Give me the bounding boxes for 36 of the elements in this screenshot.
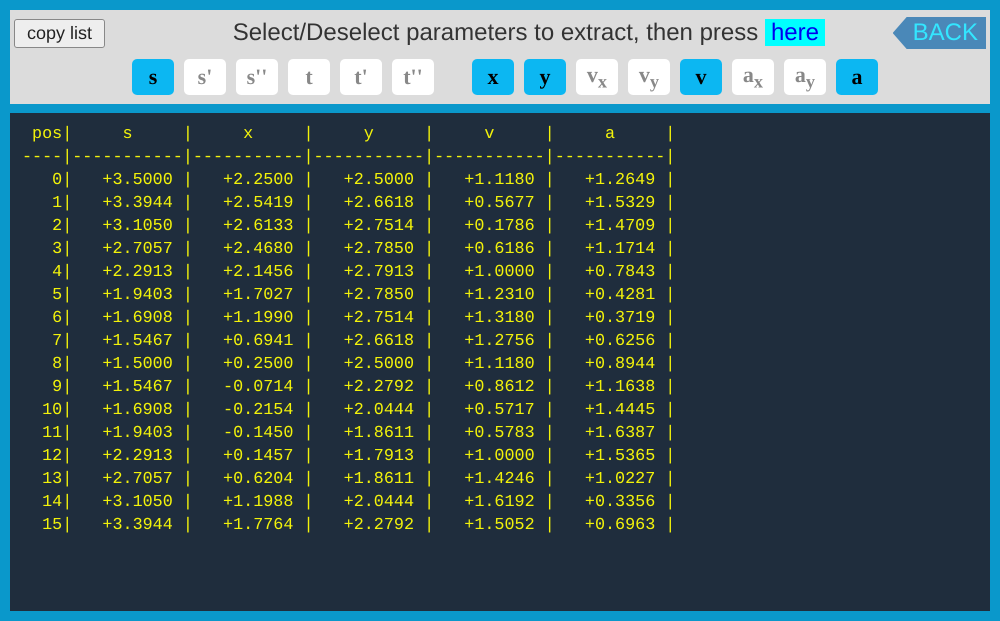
output-line: 12| +2.2913 | +0.1457 | +1.7913 | +1.0000 | +1.5365 | [41,446,676,468]
output-line: 1| +3.3944 | +2.5419 | +2.6618 | +0.5677 | +1.5329 | [51,193,676,215]
parameter-toggle[interactable]: a$_{y}$ [784,59,826,95]
output-line: 5| +1.9403 | +1.7027 | +2.7850 | +1.2310 | +0.4281 | [51,285,676,307]
instruction-text: Select/Deselect parameters to extract, then press here [232,19,825,47]
output-line: 0| +3.5000 | +2.2500 | +2.5000 | +1.1180 | +1.2649 | [51,170,676,192]
output-line: 11| +1.9403 | -0.1450 | +1.8611 | +0.5783 | +1.6387 | [41,423,676,445]
output-line: 15| +3.3944 | +1.7764 | +2.2792 | +1.5052 | +0.6963 | [41,515,676,537]
parameter-toggle[interactable]: s'' [236,59,278,95]
parameter-toggle[interactable]: s [132,59,174,95]
parameter-toggle[interactable]: v [680,59,722,95]
here-link[interactable]: here [764,19,825,46]
parameter-toggle[interactable]: v$_{x}$ [576,59,618,95]
parameter-toggle[interactable]: y [524,59,566,95]
parameter-toggle[interactable]: x [472,59,514,95]
output-line: 9| +1.5467 | -0.0714 | +2.2792 | +0.8612 | +1.1638 | [51,377,676,399]
output-line: 2| +3.1050 | +2.6133 | +2.7514 | +0.1786 | +1.4709 | [51,216,676,238]
parameter-toggle[interactable]: t [288,59,330,95]
output-line: pos| s | x | y | v | a | [31,124,676,146]
output-line: ----|-----------|-----------|-----------|-----------|-----------| [22,147,676,169]
copy-list-button[interactable]: copy list [14,18,106,48]
output-line: 4| +2.2913 | +2.1456 | +2.7913 | +1.0000 | +0.7843 | [51,262,676,284]
parameter-toggle[interactable]: v$_{y}$ [628,59,670,95]
parameter-toggle[interactable]: a$_{x}$ [732,59,774,95]
parameter-toggle[interactable]: s' [184,59,226,95]
output-line: 13| +2.7057 | +0.6204 | +1.8611 | +1.4246 | +1.0227 | [41,469,676,491]
parameter-toggle[interactable]: t' [340,59,382,95]
output-line: 7| +1.5467 | +0.6941 | +2.6618 | +1.2756 | +0.6256 | [51,331,676,353]
output-line: 14| +3.1050 | +1.1988 | +2.0444 | +1.6192 | +0.3356 | [41,492,676,514]
output-line: 10| +1.6908 | -0.2154 | +2.0444 | +0.5717 | +1.4445 | [41,400,676,422]
parameter-toggle[interactable]: a [836,59,878,95]
back-button[interactable]: BACK [892,17,986,49]
output-line: 3| +2.7057 | +2.4680 | +2.7850 | +0.6186 | +1.1714 | [51,239,676,261]
parameter-toggle[interactable]: t'' [392,59,434,95]
output-line: 6| +1.6908 | +1.1990 | +2.7514 | +1.3180 | +0.3719 | [51,308,676,330]
output-line: 8| +1.5000 | +0.2500 | +2.5000 | +1.1180 | +0.8944 | [51,354,676,376]
